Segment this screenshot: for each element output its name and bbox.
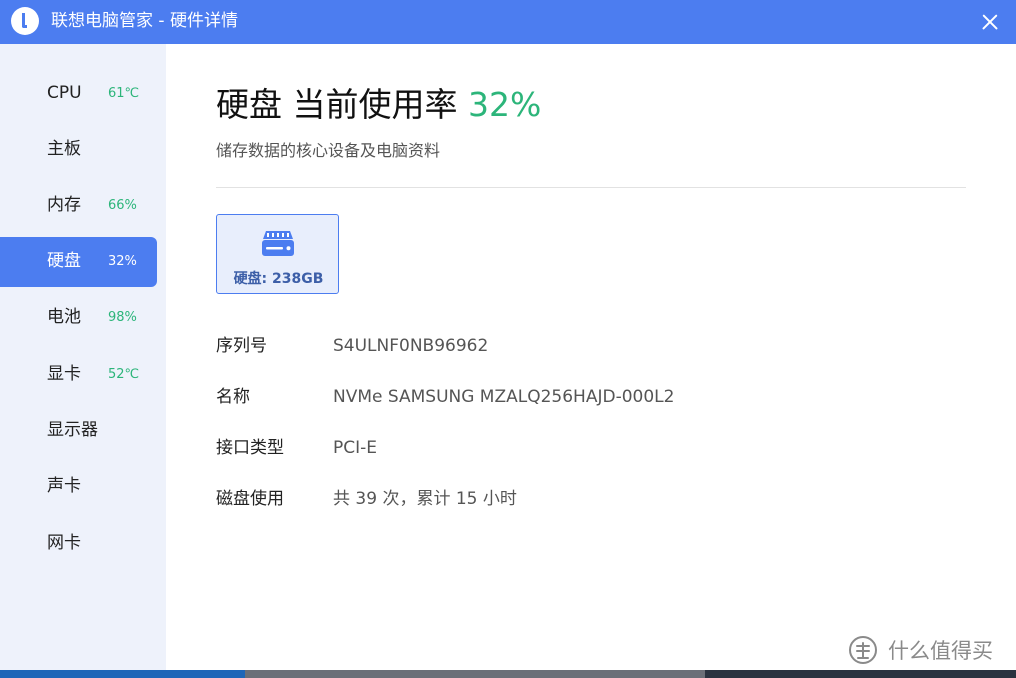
sidebar-item-value: 61℃	[108, 86, 140, 101]
close-button[interactable]	[972, 4, 1008, 40]
sidebar-item-network-card[interactable]: 网卡	[0, 519, 157, 569]
detail-label: 序列号	[216, 336, 267, 356]
sidebar-item-value: 66%	[108, 198, 137, 213]
detail-label: 磁盘使用	[216, 489, 284, 509]
sidebar-item-display[interactable]: 显示器	[0, 406, 157, 456]
title-bar: 联想电脑管家 - 硬件详情	[0, 0, 1016, 44]
sidebar-item-label: 电池	[47, 307, 81, 327]
taskbar-segment	[0, 670, 245, 678]
sidebar-item-disk[interactable]: 硬盘 32%	[0, 237, 157, 287]
detail-value: PCI-E	[333, 438, 378, 458]
detail-label: 接口类型	[216, 438, 284, 458]
app-logo-icon	[11, 7, 39, 35]
sidebar-item-memory[interactable]: 内存 66%	[0, 181, 157, 231]
sidebar-item-label: 网卡	[47, 533, 81, 553]
window-title: 联想电脑管家 - 硬件详情	[51, 11, 238, 31]
sidebar-item-value: 98%	[108, 310, 137, 325]
sidebar-item-motherboard[interactable]: 主板	[0, 125, 157, 175]
detail-value: S4ULNF0NB96962	[333, 336, 489, 356]
divider	[216, 187, 966, 188]
usage-percent: 32%	[468, 85, 542, 124]
page-title-text: 硬盘 当前使用率	[216, 85, 458, 124]
sidebar-item-label: 内存	[47, 195, 81, 215]
sidebar-item-label: 声卡	[47, 476, 81, 496]
sidebar-item-label: 硬盘	[47, 251, 81, 271]
taskbar-segment	[245, 670, 705, 678]
sidebar-item-label: 显卡	[47, 364, 81, 384]
page-subtitle: 储存数据的核心设备及电脑资料	[216, 141, 441, 160]
detail-value: NVMe SAMSUNG MZALQ256HAJD-000L2	[333, 387, 675, 407]
detail-value: 共 39 次，累计 15 小时	[333, 489, 517, 509]
disk-card-label: 硬盘: 238GB	[233, 271, 324, 287]
disk-card[interactable]: 硬盘: 238GB	[216, 214, 339, 294]
sidebar-item-label: 显示器	[47, 420, 98, 440]
page-title: 硬盘 当前使用率 32%	[216, 84, 541, 126]
sidebar-item-label: CPU	[47, 83, 82, 103]
sidebar-item-gpu[interactable]: 显卡 52℃	[0, 350, 157, 400]
sidebar: CPU 61℃ 主板 内存 66% 硬盘 32% 电池 98% 显卡 52℃ 显…	[0, 44, 166, 678]
sidebar-item-value: 52℃	[108, 367, 140, 382]
detail-label: 名称	[216, 387, 250, 407]
watermark: 什么值得买	[848, 634, 1008, 670]
sidebar-item-sound-card[interactable]: 声卡	[0, 462, 157, 512]
sidebar-item-cpu[interactable]: CPU 61℃	[0, 69, 157, 119]
watermark-text: 什么值得买	[888, 639, 993, 663]
hard-drive-icon	[262, 231, 294, 256]
smzdm-logo-icon	[849, 636, 877, 664]
sidebar-item-value: 32%	[108, 254, 137, 269]
sidebar-item-label: 主板	[47, 139, 81, 159]
sidebar-item-battery[interactable]: 电池 98%	[0, 293, 157, 343]
